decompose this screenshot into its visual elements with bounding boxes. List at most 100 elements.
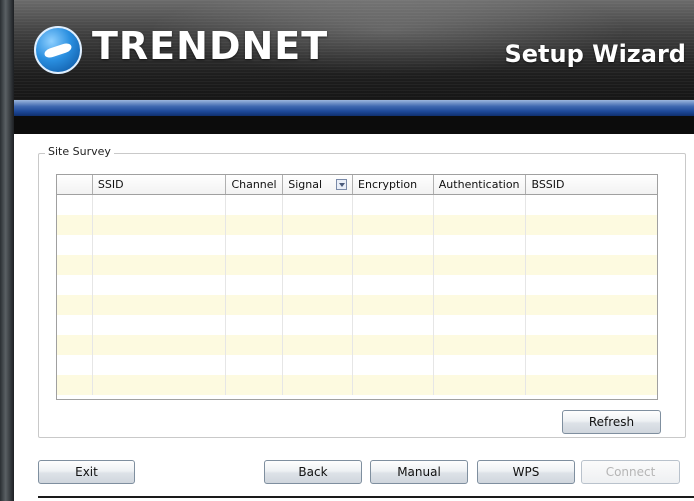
table-cell bbox=[434, 215, 527, 235]
table-cell bbox=[93, 255, 227, 275]
column-header-bssid[interactable]: BSSID bbox=[526, 175, 657, 194]
table-cell bbox=[434, 255, 527, 275]
table-cell bbox=[434, 315, 527, 335]
table-cell bbox=[526, 195, 657, 215]
table-cell bbox=[93, 295, 227, 315]
table-cell bbox=[57, 215, 93, 235]
exit-button[interactable]: Exit bbox=[38, 460, 135, 484]
header-divider-bar bbox=[14, 116, 694, 134]
table-cell bbox=[353, 295, 434, 315]
table-cell bbox=[226, 355, 284, 375]
table-cell bbox=[226, 235, 284, 255]
table-row[interactable] bbox=[57, 355, 657, 375]
table-row[interactable] bbox=[57, 275, 657, 295]
desktop-edge bbox=[0, 0, 14, 501]
table-cell bbox=[434, 375, 527, 395]
table-cell bbox=[353, 375, 434, 395]
trendnet-logo-icon bbox=[34, 26, 82, 74]
table-body bbox=[57, 195, 657, 395]
table-row[interactable] bbox=[57, 375, 657, 395]
table-cell bbox=[283, 275, 353, 295]
column-header-signal-label: Signal bbox=[288, 178, 323, 191]
table-cell bbox=[226, 335, 284, 355]
footer-divider bbox=[38, 496, 694, 498]
table-cell bbox=[57, 255, 93, 275]
table-cell bbox=[283, 295, 353, 315]
table-cell bbox=[434, 335, 527, 355]
table-cell bbox=[353, 195, 434, 215]
table-cell bbox=[526, 215, 657, 235]
table-cell bbox=[283, 215, 353, 235]
table-cell bbox=[93, 335, 227, 355]
table-cell bbox=[226, 375, 284, 395]
table-cell bbox=[353, 255, 434, 275]
table-cell bbox=[434, 355, 527, 375]
table-cell bbox=[434, 275, 527, 295]
column-header-encryption[interactable]: Encryption bbox=[353, 175, 434, 194]
table-cell bbox=[57, 315, 93, 335]
table-cell bbox=[93, 215, 227, 235]
table-cell bbox=[57, 275, 93, 295]
table-row[interactable] bbox=[57, 195, 657, 215]
table-row[interactable] bbox=[57, 295, 657, 315]
table-row[interactable] bbox=[57, 315, 657, 335]
table-cell bbox=[57, 335, 93, 355]
page-title: Setup Wizard bbox=[504, 40, 686, 68]
table-header: SSID Channel Signal Encryption Authentic… bbox=[57, 175, 657, 195]
site-survey-table[interactable]: SSID Channel Signal Encryption Authentic… bbox=[56, 174, 658, 400]
table-cell bbox=[57, 295, 93, 315]
brand-logo-text: TRENDNET bbox=[92, 24, 329, 68]
table-cell bbox=[283, 255, 353, 275]
table-cell bbox=[526, 335, 657, 355]
table-cell bbox=[93, 235, 227, 255]
column-header-channel[interactable]: Channel bbox=[226, 175, 284, 194]
header-banner: TRENDNET Setup Wizard bbox=[14, 0, 694, 100]
table-cell bbox=[353, 215, 434, 235]
table-cell bbox=[353, 315, 434, 335]
connect-button[interactable]: Connect bbox=[581, 460, 680, 484]
table-cell bbox=[93, 275, 227, 295]
table-cell bbox=[283, 195, 353, 215]
table-row[interactable] bbox=[57, 235, 657, 255]
header-accent-bar bbox=[14, 100, 694, 116]
table-cell bbox=[226, 215, 284, 235]
table-cell bbox=[283, 355, 353, 375]
table-cell bbox=[226, 315, 284, 335]
table-cell bbox=[526, 255, 657, 275]
table-cell bbox=[226, 195, 284, 215]
table-cell bbox=[526, 315, 657, 335]
table-cell bbox=[93, 375, 227, 395]
table-cell bbox=[353, 275, 434, 295]
table-cell bbox=[434, 295, 527, 315]
table-cell bbox=[226, 295, 284, 315]
back-button[interactable]: Back bbox=[264, 460, 362, 484]
table-cell bbox=[353, 355, 434, 375]
column-header-ssid[interactable]: SSID bbox=[92, 175, 227, 194]
table-cell bbox=[283, 335, 353, 355]
column-header-select[interactable] bbox=[57, 175, 93, 194]
main-panel: Site Survey SSID Channel Signal Encrypti… bbox=[14, 134, 694, 501]
table-cell bbox=[434, 235, 527, 255]
manual-button[interactable]: Manual bbox=[370, 460, 468, 484]
table-cell bbox=[526, 235, 657, 255]
table-cell bbox=[226, 275, 284, 295]
sort-descending-icon[interactable] bbox=[336, 179, 348, 190]
table-cell bbox=[57, 195, 93, 215]
column-header-authentication[interactable]: Authentication bbox=[433, 175, 527, 194]
table-row[interactable] bbox=[57, 255, 657, 275]
wps-button[interactable]: WPS bbox=[477, 460, 575, 484]
table-row[interactable] bbox=[57, 215, 657, 235]
table-cell bbox=[93, 355, 227, 375]
column-header-signal[interactable]: Signal bbox=[283, 175, 354, 194]
table-cell bbox=[283, 315, 353, 335]
table-cell bbox=[57, 375, 93, 395]
table-cell bbox=[226, 255, 284, 275]
table-cell bbox=[93, 195, 227, 215]
refresh-button[interactable]: Refresh bbox=[562, 410, 661, 434]
table-cell bbox=[526, 275, 657, 295]
table-cell bbox=[434, 195, 527, 215]
table-cell bbox=[526, 375, 657, 395]
table-row[interactable] bbox=[57, 335, 657, 355]
table-cell bbox=[353, 235, 434, 255]
site-survey-label: Site Survey bbox=[45, 145, 114, 158]
